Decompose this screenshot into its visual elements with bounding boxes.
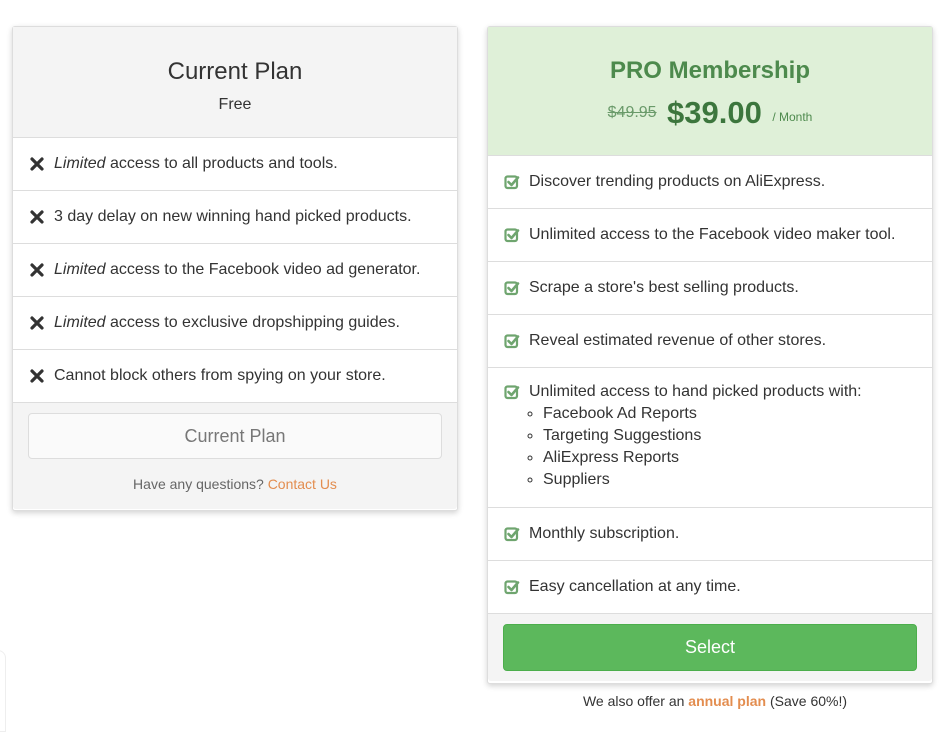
pro-plan-card: PRO Membership $49.95 $39.00 / Month Dis… bbox=[487, 26, 933, 684]
old-price: $49.95 bbox=[607, 104, 657, 121]
feature-body: Cannot block others from spying on your … bbox=[54, 367, 386, 384]
feature-body: access to the Facebook video ad generato… bbox=[105, 261, 421, 278]
check-square-icon bbox=[503, 280, 521, 296]
offscreen-panel-edge bbox=[0, 650, 6, 732]
times-icon bbox=[28, 210, 46, 224]
free-feature-item: Limited access to the Facebook video ad … bbox=[13, 244, 457, 297]
feature-emphasis: Limited bbox=[54, 261, 106, 278]
free-plan-footer: Current Plan Have any questions? Contact… bbox=[13, 403, 457, 509]
feature-body: access to all products and tools. bbox=[105, 155, 338, 172]
times-icon bbox=[28, 316, 46, 330]
pro-feature-text: Discover trending products on AliExpress… bbox=[529, 173, 826, 190]
price-period: / Month bbox=[772, 110, 813, 124]
pro-feature-item: Unlimited access to hand picked products… bbox=[488, 368, 932, 508]
pro-plan-header: PRO Membership $49.95 $39.00 / Month bbox=[488, 27, 932, 156]
pro-feature-text: Easy cancellation at any time. bbox=[529, 578, 741, 595]
times-icon bbox=[28, 369, 46, 383]
questions-label: Have any questions? bbox=[133, 476, 268, 492]
pro-feature-text: Reveal estimated revenue of other stores… bbox=[529, 332, 827, 349]
free-feature-item: Limited access to exclusive dropshipping… bbox=[13, 297, 457, 350]
sub-feature-item: AliExpress Reports bbox=[543, 447, 917, 469]
pro-feature-text: Monthly subscription. bbox=[529, 525, 680, 542]
free-feature-text: Limited access to all products and tools… bbox=[54, 155, 338, 173]
questions-text: Have any questions? Contact Us bbox=[13, 476, 457, 492]
feature-emphasis: Limited bbox=[54, 155, 106, 172]
free-feature-text: Limited access to the Facebook video ad … bbox=[54, 261, 420, 279]
free-plan-card: Current Plan Free Limited access to all … bbox=[12, 26, 458, 511]
pro-plan-title: PRO Membership bbox=[609, 57, 811, 84]
free-feature-text: Cannot block others from spying on your … bbox=[54, 367, 386, 385]
free-plan-subtitle: Free bbox=[218, 96, 252, 113]
annual-prefix: We also offer an bbox=[582, 693, 689, 709]
check-square-icon bbox=[503, 526, 521, 542]
check-square-icon bbox=[503, 384, 521, 400]
times-icon bbox=[28, 157, 46, 171]
current-price: $39.00 bbox=[667, 95, 762, 130]
pro-feature-text: Unlimited access to the Facebook video m… bbox=[529, 226, 896, 243]
select-button[interactable]: Select bbox=[503, 624, 917, 671]
free-feature-text: 3 day delay on new winning hand picked p… bbox=[54, 208, 412, 226]
free-plan-title: Current Plan bbox=[167, 58, 303, 85]
annual-plan-link[interactable]: annual plan bbox=[688, 693, 766, 709]
contact-us-link[interactable]: Contact Us bbox=[268, 476, 337, 492]
times-icon bbox=[28, 263, 46, 277]
pro-feature-text: Scrape a store's best selling products. bbox=[529, 279, 799, 296]
price-row: $49.95 $39.00 / Month bbox=[488, 95, 932, 131]
free-feature-item: Limited access to all products and tools… bbox=[13, 138, 457, 191]
pro-feature-item: Monthly subscription. bbox=[488, 508, 932, 561]
feature-emphasis: Limited bbox=[54, 314, 106, 331]
current-plan-button[interactable]: Current Plan bbox=[28, 413, 442, 459]
sub-feature-item: Facebook Ad Reports bbox=[543, 403, 917, 425]
pro-feature-item: Scrape a store's best selling products. bbox=[488, 262, 932, 315]
annual-suffix: (Save 60%!) bbox=[766, 693, 848, 709]
feature-body: 3 day delay on new winning hand picked p… bbox=[54, 208, 412, 225]
check-square-icon bbox=[503, 174, 521, 190]
sub-feature-item: Suppliers bbox=[543, 469, 917, 491]
check-square-icon bbox=[503, 333, 521, 349]
pro-feature-item: Reveal estimated revenue of other stores… bbox=[488, 315, 932, 368]
check-square-icon bbox=[503, 227, 521, 243]
free-feature-item: Cannot block others from spying on your … bbox=[13, 350, 457, 403]
feature-body: access to exclusive dropshipping guides. bbox=[105, 314, 400, 331]
pro-feature-item: Discover trending products on AliExpress… bbox=[488, 156, 932, 209]
pro-feature-item: Easy cancellation at any time. bbox=[488, 561, 932, 614]
sub-feature-item: Targeting Suggestions bbox=[543, 425, 917, 447]
check-square-icon bbox=[503, 579, 521, 595]
pro-plan-footer: Select bbox=[488, 614, 932, 681]
sub-feature-list: Facebook Ad ReportsTargeting Suggestions… bbox=[503, 403, 917, 491]
free-plan-header: Current Plan Free bbox=[13, 27, 457, 138]
free-feature-text: Limited access to exclusive dropshipping… bbox=[54, 314, 400, 332]
pro-feature-text: Unlimited access to hand picked products… bbox=[529, 383, 862, 400]
pro-feature-item: Unlimited access to the Facebook video m… bbox=[488, 209, 932, 262]
free-feature-item: 3 day delay on new winning hand picked p… bbox=[13, 191, 457, 244]
annual-plan-note: We also offer an annual plan (Save 60%!) bbox=[487, 693, 943, 709]
